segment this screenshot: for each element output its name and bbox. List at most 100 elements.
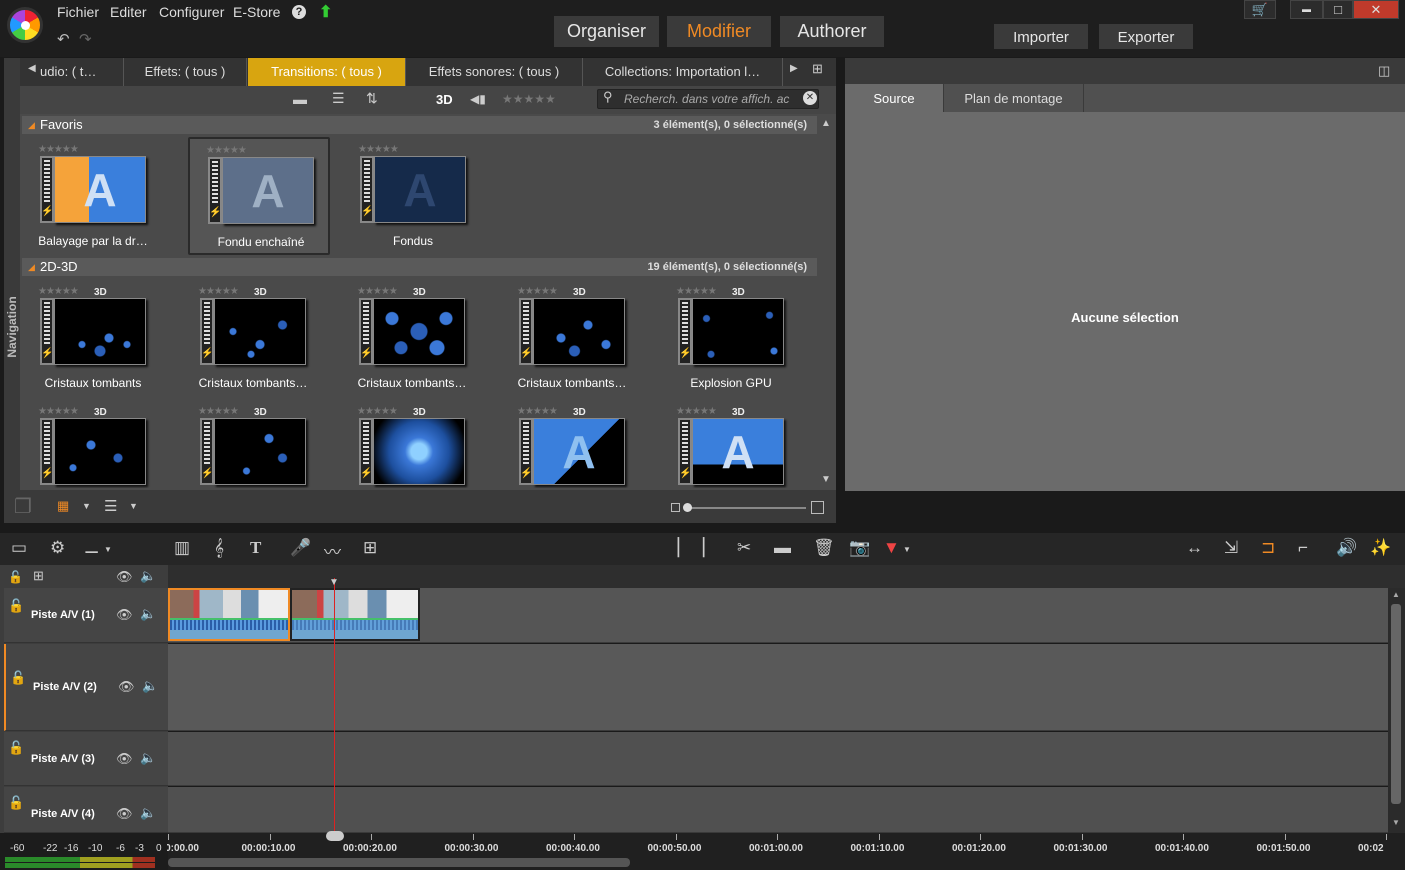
track-lane-4[interactable] [168,787,1388,833]
chevron-down-icon[interactable]: ▼ [903,545,911,554]
speaker-icon[interactable]: 🔈 [140,750,156,766]
timeline-top-strip[interactable] [168,565,1405,588]
panel-splitter[interactable] [0,523,1405,533]
mode-organiser-button[interactable]: Organiser [554,16,659,47]
transition-item[interactable]: ★★★★★ 3D Cristaux tombants… [501,280,639,396]
speaker-icon[interactable]: 🔈 [140,568,156,584]
playhead-scrubber[interactable] [326,831,344,841]
eye-icon[interactable]: 👁 [116,751,133,767]
tab-collections[interactable]: Collections: Importation l… [583,58,783,86]
gear-icon[interactable]: ⚙ [50,538,65,558]
dual-view-icon[interactable]: ◫ [1378,63,1390,79]
rating-stars[interactable]: ★★★★★ [676,406,717,417]
add-tab-icon[interactable]: ⊞ [812,61,823,77]
lock-icon[interactable]: 🔓 [10,670,26,686]
playhead-line[interactable] [334,578,335,838]
magic-wand-icon[interactable]: ✨ [1370,538,1391,558]
tab-audio[interactable]: udio: ( t… [40,58,124,86]
insert-mode-icon[interactable]: ⇲ [1224,538,1238,558]
vertical-splitter[interactable] [836,58,845,533]
eye-icon[interactable]: 👁 [118,679,135,695]
tab-plan-de-montage[interactable]: Plan de montage [943,84,1084,112]
transition-item[interactable]: ★★★★★ 3D A [660,400,798,488]
timeline-vertical-scrollbar[interactable]: ▲ ▼ [1388,588,1405,833]
rating-stars[interactable]: ★★★★★ [38,406,79,417]
tag-icon[interactable]: ◀▮ [470,92,486,106]
rating-stars[interactable]: ★★★★★ [517,406,558,417]
speaker-icon[interactable]: 🔈 [142,678,158,694]
tab-source[interactable]: Source [845,84,943,112]
video-clip[interactable] [290,588,420,641]
magnet-snap-icon[interactable]: ⊐ [1261,538,1275,558]
minimize-button[interactable]: ▬ [1290,0,1323,19]
transition-item-selected[interactable]: ★★★★★ A Fondu enchaîné [188,137,330,255]
rating-stars[interactable]: ★★★★★ [38,144,79,155]
app-logo-icon[interactable] [7,7,43,43]
lock-icon[interactable]: 🔓 [8,570,23,584]
trim-right-icon[interactable]: ▏ [703,538,716,558]
menu-fichier[interactable]: Fichier [57,4,99,20]
update-arrow-icon[interactable]: ⬆ [319,2,332,22]
undo-icon[interactable]: ↶ [57,30,70,48]
navigation-bar[interactable]: Navigation [4,58,20,523]
marker-icon[interactable]: ▼ [883,538,900,558]
tab-effets-sonores[interactable]: Effets sonores: ( tous ) [406,58,583,86]
cart-icon[interactable]: 🛒 [1244,0,1276,19]
mode-modifier-button[interactable]: Modifier [667,16,771,47]
scroll-down-icon[interactable]: ▼ [821,474,831,485]
transition-item[interactable]: ★★★★★ 3D [341,400,479,488]
scroll-down-icon[interactable]: ▼ [1392,818,1400,827]
rating-stars[interactable]: ★★★★★ [676,286,717,297]
track-lane-2[interactable] [168,644,1388,731]
storyboard-strip-icon[interactable]: ▬ [774,538,791,558]
scrollbar-thumb[interactable] [1391,604,1401,804]
music-icon[interactable]: 𝄞 [214,538,224,558]
transition-item[interactable]: ★★★★★ 3D [22,400,160,488]
tools-dropdown-icon[interactable]: ⚊ [84,538,99,558]
track-lane-3[interactable] [168,732,1388,786]
3d-filter-button[interactable]: 3D [436,92,453,107]
chevron-down-icon[interactable]: ▼ [129,501,138,511]
export-button[interactable]: Exporter [1099,24,1193,49]
import-button[interactable]: Importer [994,24,1088,49]
chevron-down-icon[interactable]: ▼ [82,501,91,511]
speaker-icon[interactable]: 🔈 [140,606,156,622]
video-clip[interactable] [168,588,290,641]
storyboard-icon[interactable]: ⊞ [363,538,377,558]
microphone-icon[interactable]: 🎤 [290,538,311,558]
track-header-1[interactable]: 🔓 Piste A/V (1) 👁 🔈 [4,588,168,643]
mode-authorer-button[interactable]: Authorer [780,16,884,47]
montage-icon[interactable]: 〰 [324,538,341,563]
rating-stars[interactable]: ★★★★★ [198,406,239,417]
section-2d3d-header[interactable]: ◢ 2D-3D 19 élément(s), 0 sélectionné(s) [22,258,817,276]
maximize-button[interactable]: □ [1323,0,1353,19]
audio-mixer-icon[interactable]: ▥ [174,538,190,558]
timeline-settings-icon[interactable]: ▭ [11,538,27,558]
track-header-3[interactable]: 🔓 Piste A/V (3) 👁 🔈 [4,732,168,786]
stack-icon[interactable]: ❐ [14,494,32,519]
zoom-large-icon[interactable] [811,501,824,514]
tabs-scroll-left-icon[interactable]: ◀ [28,63,36,74]
lock-icon[interactable]: 🔓 [8,598,24,614]
menu-estore[interactable]: E-Store [233,4,280,20]
details-view-icon[interactable]: ☰ [104,497,117,515]
eye-icon[interactable]: 👁 [116,806,133,822]
menu-configurer[interactable]: Configurer [159,4,224,20]
zoom-slider[interactable] [684,507,806,509]
scrub-icon[interactable]: ⌐ [1298,538,1308,558]
zoom-slider-handle[interactable] [683,503,692,512]
eye-icon[interactable]: 👁 [116,607,133,623]
rating-stars[interactable]: ★★★★★ [357,286,398,297]
section-favoris-header[interactable]: ◢ Favoris 3 élément(s), 0 sélectionné(s) [22,116,817,134]
rating-stars[interactable]: ★★★★★ [38,286,79,297]
lock-icon[interactable]: 🔓 [8,795,24,811]
list-view-icon[interactable]: ☰ [332,90,345,107]
lock-icon[interactable]: 🔓 [8,740,24,756]
split-clip-icon[interactable]: ✂ [737,538,751,558]
transition-item[interactable]: ★★★★★ 3D A [501,400,639,488]
ripple-icon[interactable]: ↔ [1186,538,1203,558]
playhead-handle-icon[interactable]: ▼ [329,577,339,588]
menu-editer[interactable]: Editer [110,4,147,20]
track-header-2[interactable]: 🔓 Piste A/V (2) 👁 🔈 [4,644,168,731]
transition-item[interactable]: ★★★★★ 3D Cristaux tombants… [341,280,479,396]
